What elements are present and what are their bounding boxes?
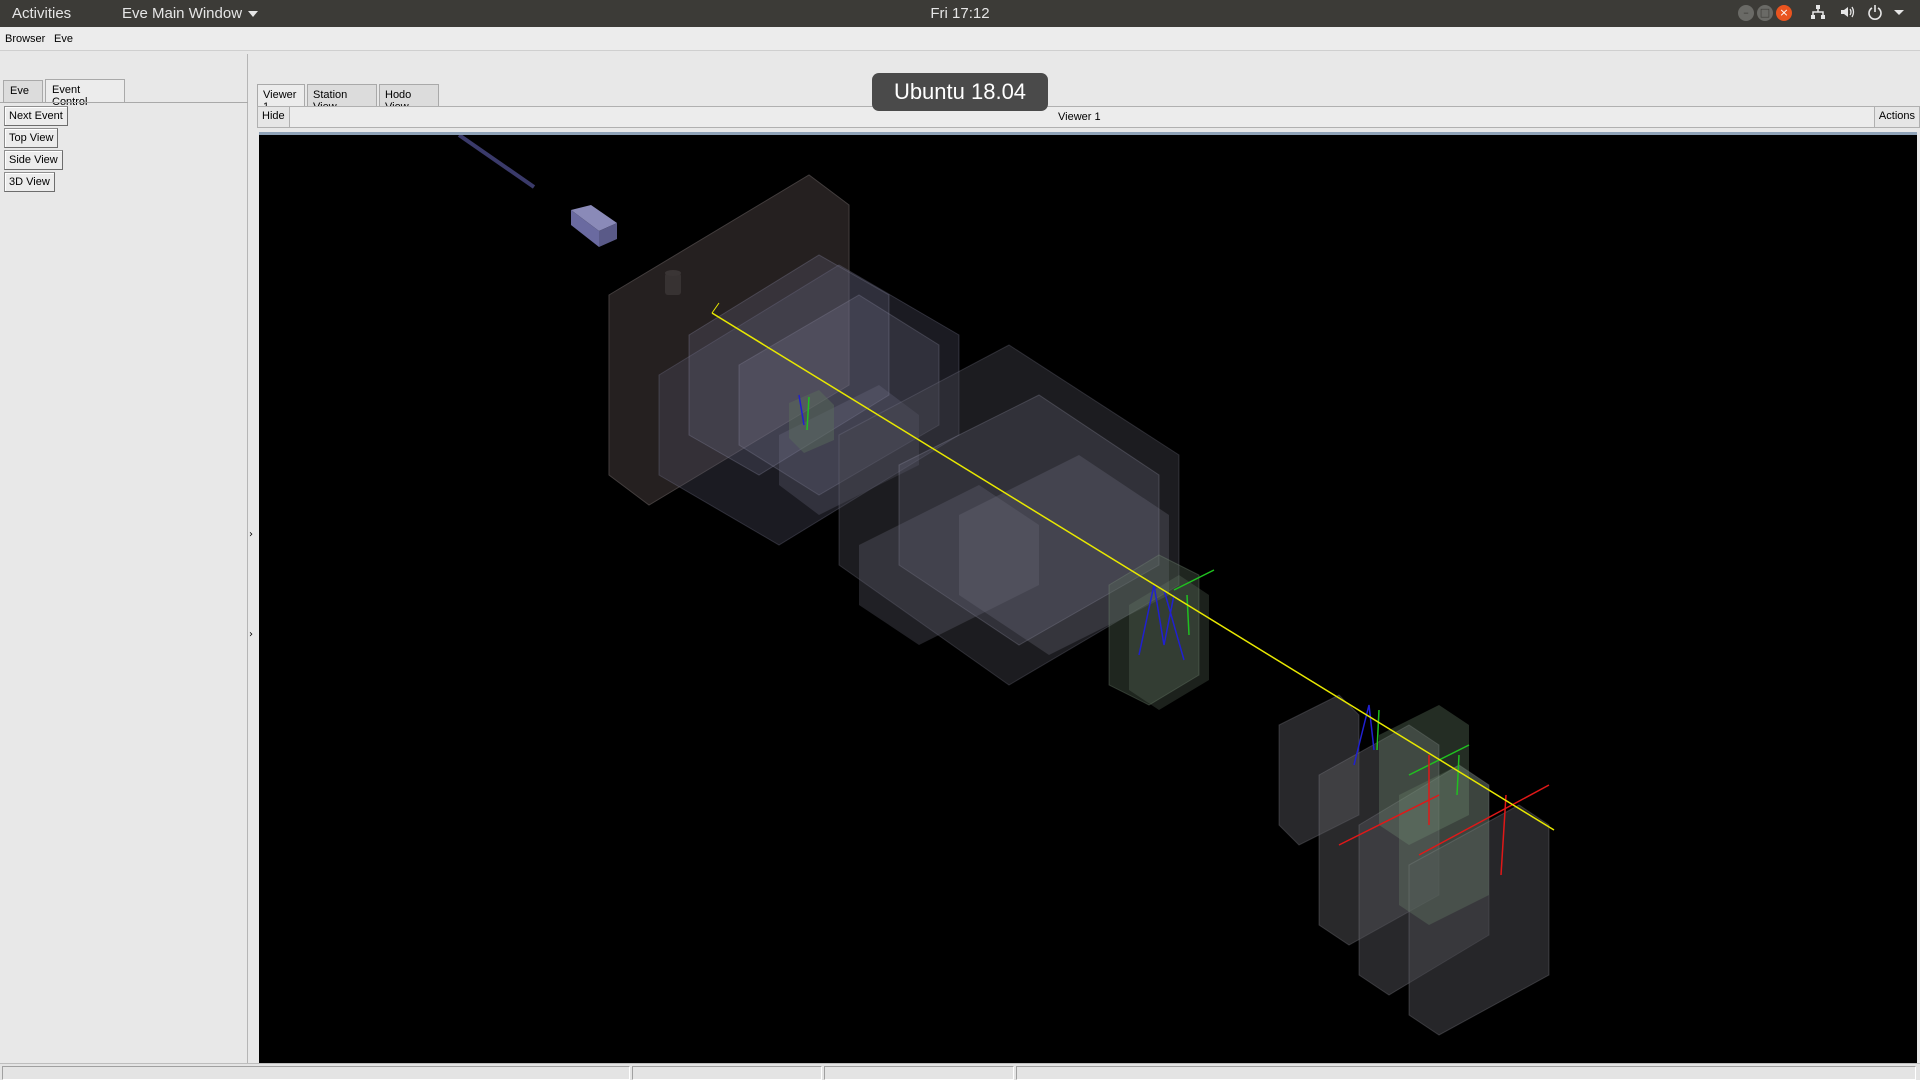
detector-scene bbox=[457, 135, 1555, 1036]
status-cell-4 bbox=[1016, 1066, 1916, 1080]
status-cell-3 bbox=[824, 1066, 1014, 1080]
viewer-area: Viewer 1 Station View Hodo View Hide Vie… bbox=[257, 54, 1920, 1080]
tab-station-view[interactable]: Station View bbox=[307, 84, 377, 113]
activities-button[interactable]: Activities bbox=[12, 5, 71, 22]
menu-bar: Browser Eve bbox=[0, 27, 1920, 51]
beam-pipe bbox=[457, 135, 536, 189]
left-panel: Eve Event Control Next Event Top View Si… bbox=[0, 54, 248, 1080]
track-line bbox=[711, 312, 1555, 831]
station-2 bbox=[1108, 554, 1215, 710]
menu-eve[interactable]: Eve bbox=[54, 33, 73, 45]
app-menu-label: Eve Main Window bbox=[122, 5, 243, 22]
station-3-4 bbox=[1278, 694, 1550, 1036]
tab-viewer-1[interactable]: Viewer 1 bbox=[257, 84, 305, 113]
network-icon[interactable] bbox=[1809, 4, 1827, 22]
power-icon[interactable] bbox=[1866, 4, 1884, 22]
status-cell-1 bbox=[2, 1066, 630, 1080]
3d-viewport[interactable] bbox=[259, 132, 1917, 1080]
side-view-button[interactable]: Side View bbox=[4, 150, 63, 170]
close-window-icon[interactable]: × bbox=[1776, 5, 1792, 21]
maximize-window-icon[interactable]: □ bbox=[1757, 5, 1773, 21]
tab-eve[interactable]: Eve bbox=[3, 80, 43, 102]
viewer-header: Hide Viewer 1 Actions bbox=[257, 106, 1920, 128]
next-event-button[interactable]: Next Event bbox=[4, 106, 68, 126]
viewer-title: Viewer 1 bbox=[1058, 111, 1101, 123]
system-top-bar: Activities Eve Main Window Fri 17:12 – □… bbox=[0, 0, 1920, 27]
hide-button[interactable]: Hide bbox=[258, 107, 290, 127]
tab-event-control[interactable]: Event Control bbox=[45, 79, 125, 108]
panel-splitter[interactable]: › › bbox=[249, 54, 257, 1080]
tab-hodo-view[interactable]: Hodo View bbox=[379, 84, 439, 113]
menu-browser[interactable]: Browser bbox=[5, 33, 45, 45]
system-menu-chevron-icon[interactable] bbox=[1890, 4, 1908, 22]
clock[interactable]: Fri 17:12 bbox=[930, 5, 990, 22]
chevron-down-icon bbox=[248, 11, 259, 18]
status-bar bbox=[0, 1063, 1920, 1080]
chevron-right-icon[interactable]: › bbox=[249, 630, 255, 640]
target-box bbox=[571, 205, 617, 247]
top-view-button[interactable]: Top View bbox=[4, 128, 59, 148]
volume-icon[interactable] bbox=[1838, 4, 1856, 22]
minimize-window-icon[interactable]: – bbox=[1738, 5, 1754, 21]
status-cell-2 bbox=[632, 1066, 822, 1080]
app-menu[interactable]: Eve Main Window bbox=[122, 5, 259, 22]
3d-view-button[interactable]: 3D View bbox=[4, 172, 55, 192]
actions-button[interactable]: Actions bbox=[1873, 107, 1919, 127]
chevron-right-icon[interactable]: › bbox=[249, 530, 255, 540]
eve-main-window: Browser Eve Eve Event Control Next Event… bbox=[0, 27, 1920, 1080]
tab-divider bbox=[0, 102, 248, 103]
ubuntu-version-badge: Ubuntu 18.04 bbox=[872, 73, 1048, 111]
